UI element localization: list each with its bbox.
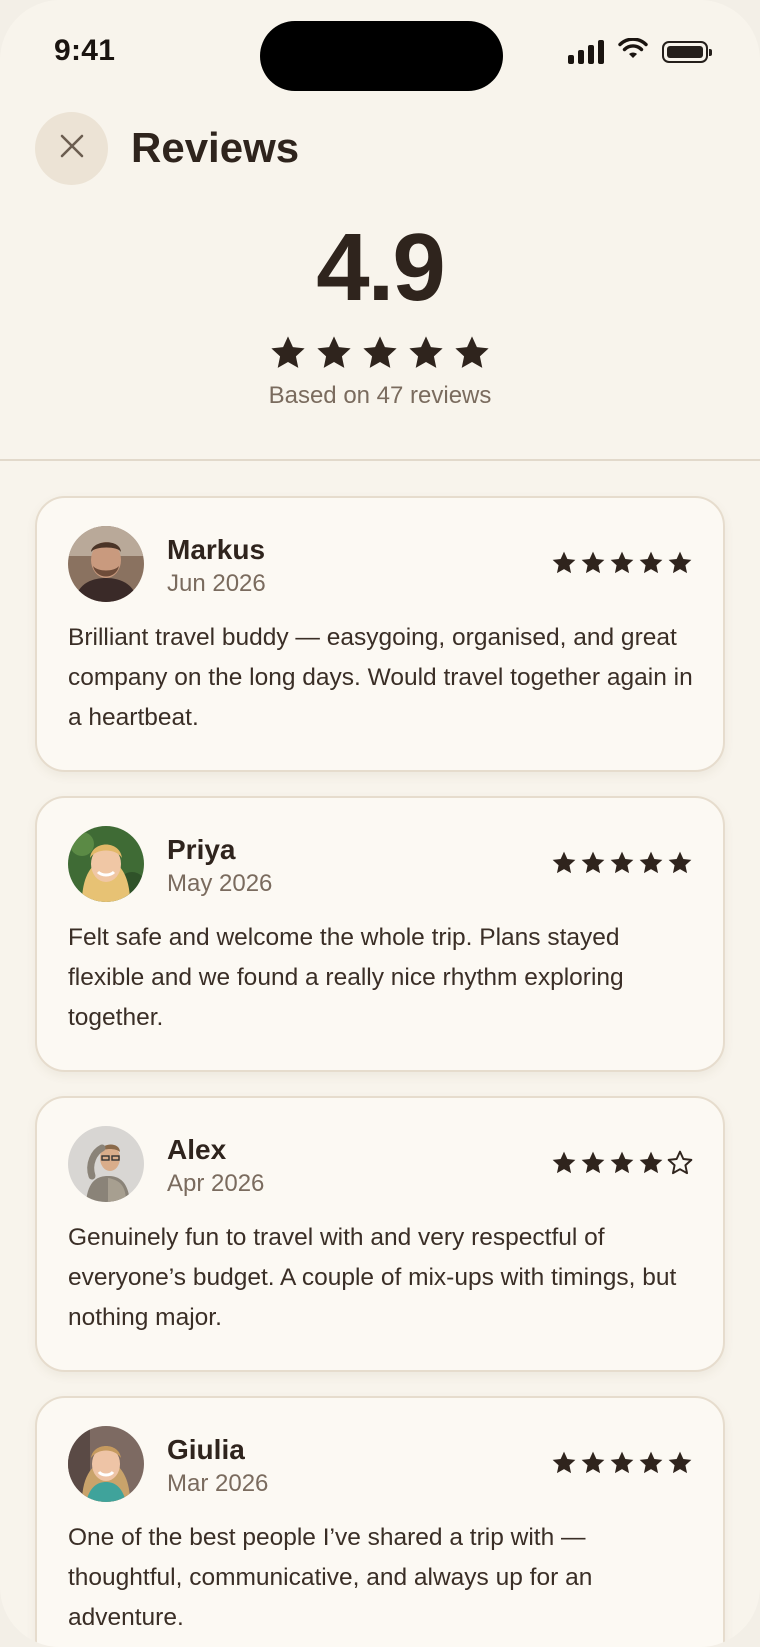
reviewer-name: Alex xyxy=(167,1134,227,1165)
review-text: Genuinely fun to travel with and very re… xyxy=(68,1224,677,1331)
summary-star-rating xyxy=(0,334,760,372)
status-bar: 9:41 xyxy=(0,0,760,100)
rating-summary: 4.9 Based on 47 reviews xyxy=(0,220,760,410)
avatar xyxy=(68,526,144,602)
star-filled-icon xyxy=(581,1151,605,1174)
cellular-signal-icon xyxy=(568,39,604,64)
star-filled-icon xyxy=(610,1451,634,1474)
star-rating xyxy=(551,1450,693,1476)
review-text: Brilliant travel buddy — easygoing, orga… xyxy=(68,624,693,731)
star-filled-icon xyxy=(581,851,605,874)
star-filled-icon xyxy=(552,551,576,574)
review-card: Alex Apr 2026 Genuinely fun to travel wi… xyxy=(35,1096,725,1372)
review-list: Markus Jun 2026 Brilliant travel buddy —… xyxy=(35,496,725,1647)
battery-icon xyxy=(662,40,712,63)
star-filled-icon xyxy=(639,1451,663,1474)
star-filled-icon xyxy=(610,551,634,574)
star-filled-icon xyxy=(455,336,489,368)
review-count: Based on 47 reviews xyxy=(268,382,492,409)
status-icons xyxy=(568,37,712,65)
star-rating xyxy=(551,850,693,876)
star-filled-icon xyxy=(552,1151,576,1174)
star-filled-icon xyxy=(552,1451,576,1474)
review-text: One of the best people I’ve shared a tri… xyxy=(68,1524,593,1631)
star-filled-icon xyxy=(610,851,634,874)
star-filled-icon xyxy=(610,1151,634,1174)
header: Reviews xyxy=(0,110,760,190)
avatar xyxy=(68,1426,144,1502)
avatar xyxy=(68,826,144,902)
star-empty-icon xyxy=(667,1150,693,1175)
star-filled-icon xyxy=(668,551,692,574)
review-card: Markus Jun 2026 Brilliant travel buddy —… xyxy=(35,496,725,772)
reviewer-name: Priya xyxy=(167,834,236,865)
star-filled-icon xyxy=(581,551,605,574)
reviewer-name: Giulia xyxy=(167,1434,245,1465)
status-time: 9:41 xyxy=(54,34,116,67)
divider xyxy=(0,459,760,461)
star-filled-icon xyxy=(668,1451,692,1474)
reviewer-name: Markus xyxy=(167,534,266,565)
star-filled-icon xyxy=(552,851,576,874)
review-date: May 2026 xyxy=(167,870,273,897)
review-date: Apr 2026 xyxy=(167,1170,265,1197)
review-card: Giulia Mar 2026 One of the best people I… xyxy=(35,1396,725,1647)
review-date: Mar 2026 xyxy=(167,1470,269,1497)
review-card: Priya May 2026 Felt safe and welcome the… xyxy=(35,796,725,1072)
dynamic-island xyxy=(260,21,503,91)
page-title: Reviews xyxy=(131,124,300,171)
avatar xyxy=(68,1126,144,1202)
reviews-screen: 9:41 Reviews 4.9 Based on 47 reviews Mar… xyxy=(0,0,760,1647)
review-text: Felt safe and welcome the whole trip. Pl… xyxy=(68,924,624,1031)
star-rating xyxy=(551,1150,693,1176)
star-filled-icon xyxy=(639,851,663,874)
star-filled-icon xyxy=(271,336,305,368)
average-rating: 4.9 xyxy=(316,214,445,321)
star-filled-icon xyxy=(639,1151,663,1174)
star-filled-icon xyxy=(317,336,351,368)
star-filled-icon xyxy=(581,1451,605,1474)
star-rating xyxy=(551,550,693,576)
star-filled-icon xyxy=(363,336,397,368)
star-filled-icon xyxy=(668,851,692,874)
close-icon xyxy=(59,133,85,164)
review-date: Jun 2026 xyxy=(167,570,266,597)
star-filled-icon xyxy=(409,336,443,368)
wifi-icon xyxy=(618,37,648,65)
star-filled-icon xyxy=(639,551,663,574)
close-button[interactable] xyxy=(35,112,108,185)
